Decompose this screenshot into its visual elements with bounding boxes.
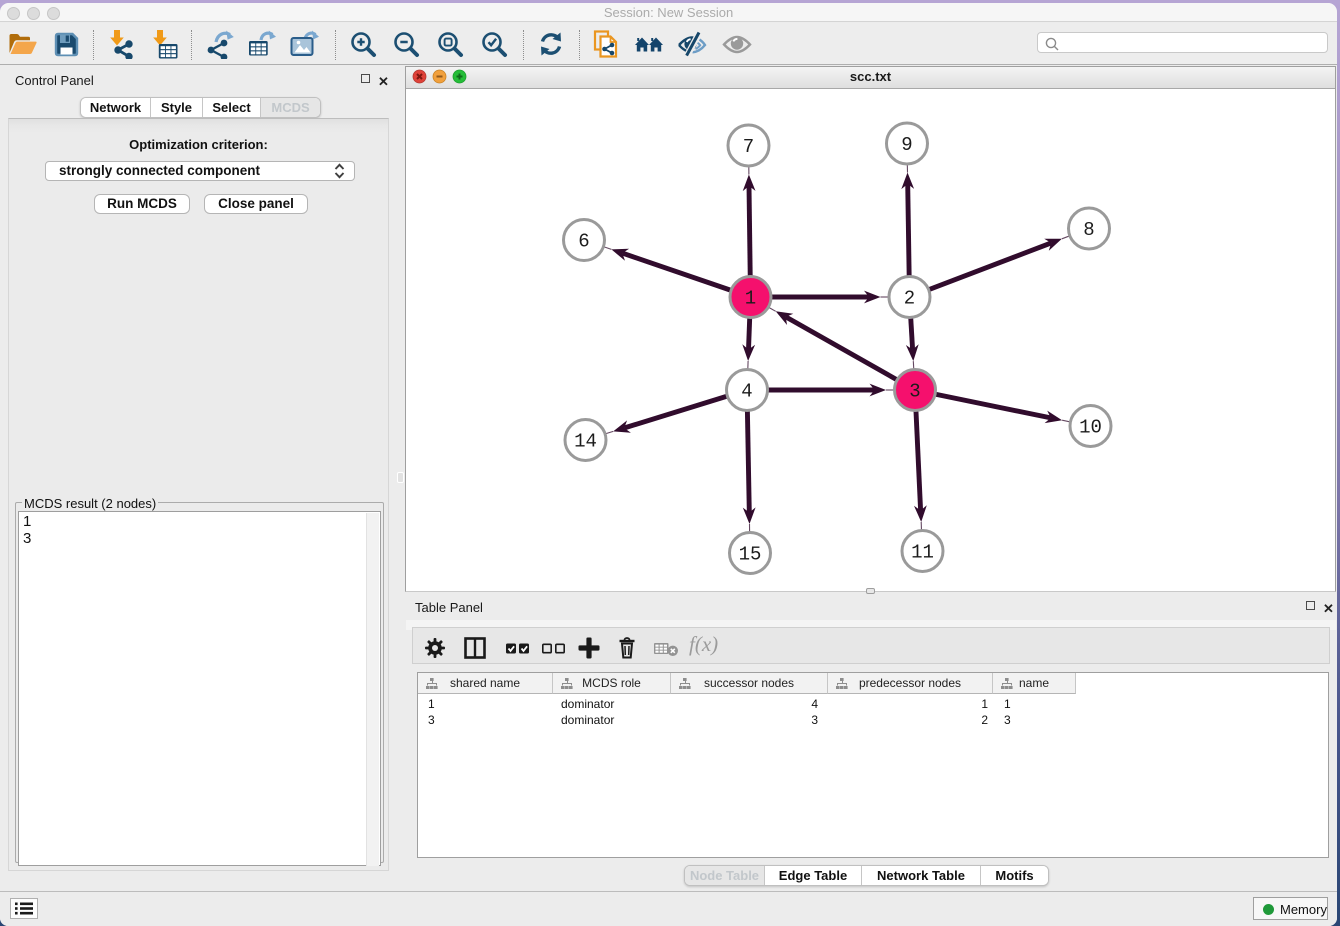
svg-text:9: 9 bbox=[901, 134, 912, 156]
svg-text:8: 8 bbox=[1083, 219, 1094, 241]
svg-text:10: 10 bbox=[1079, 417, 1102, 439]
svg-text:2: 2 bbox=[904, 288, 915, 310]
svg-text:3: 3 bbox=[909, 381, 920, 403]
svg-text:11: 11 bbox=[911, 542, 934, 564]
svg-text:6: 6 bbox=[578, 231, 589, 253]
svg-text:7: 7 bbox=[743, 136, 754, 158]
svg-text:14: 14 bbox=[574, 431, 597, 453]
svg-text:1: 1 bbox=[745, 288, 756, 310]
svg-text:4: 4 bbox=[741, 381, 752, 403]
svg-text:15: 15 bbox=[739, 544, 762, 566]
